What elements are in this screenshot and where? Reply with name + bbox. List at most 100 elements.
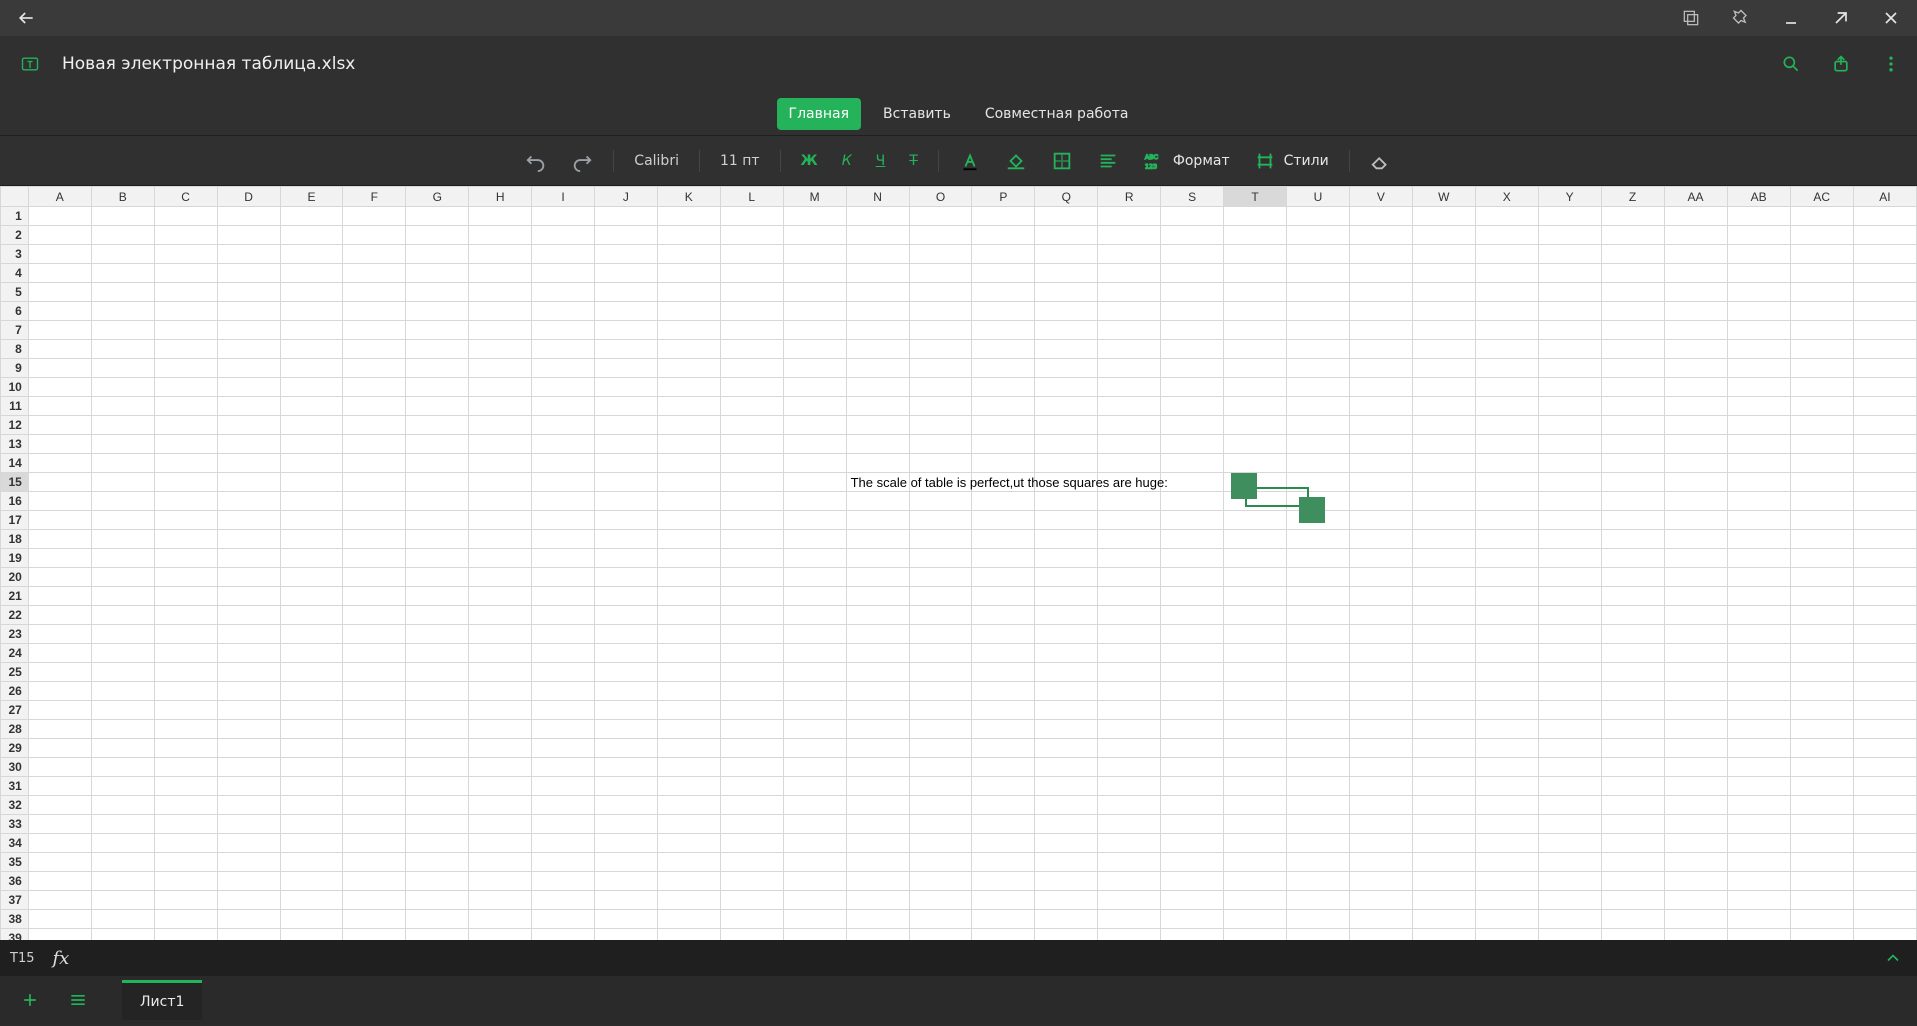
cell-h18[interactable]	[468, 529, 533, 549]
cell-e10[interactable]	[279, 377, 344, 397]
cell-ac3[interactable]	[1789, 244, 1854, 264]
cell-l5[interactable]	[719, 282, 784, 302]
cell-g23[interactable]	[405, 624, 470, 644]
column-header-i[interactable]: I	[531, 186, 595, 207]
cell-ai2[interactable]	[1852, 225, 1917, 245]
cell-p34[interactable]	[971, 833, 1036, 853]
column-header-m[interactable]: M	[782, 186, 847, 207]
cell-n39[interactable]	[845, 928, 910, 940]
cell-r32[interactable]	[1097, 795, 1162, 815]
cell-v13[interactable]	[1348, 434, 1413, 454]
cell-r25[interactable]	[1097, 662, 1162, 682]
cell-e34[interactable]	[279, 833, 344, 853]
cell-j39[interactable]	[593, 928, 658, 940]
cell-a9[interactable]	[27, 358, 92, 378]
cell-w39[interactable]	[1411, 928, 1476, 940]
cell-k29[interactable]	[656, 738, 721, 758]
cell-z6[interactable]	[1600, 301, 1665, 321]
strikethrough-button[interactable]: Т	[901, 145, 926, 177]
cell-ai32[interactable]	[1852, 795, 1917, 815]
cell-p3[interactable]	[971, 244, 1036, 264]
cell-ai3[interactable]	[1852, 244, 1917, 264]
row-header-5[interactable]: 5	[0, 282, 29, 302]
cell-f7[interactable]	[342, 320, 407, 340]
cell-g2[interactable]	[405, 225, 470, 245]
cell-u28[interactable]	[1286, 719, 1350, 739]
cell-k35[interactable]	[656, 852, 721, 872]
cell-f1[interactable]	[342, 206, 407, 226]
cell-w4[interactable]	[1411, 263, 1476, 283]
cell-o34[interactable]	[908, 833, 973, 853]
cell-g25[interactable]	[405, 662, 470, 682]
cell-x35[interactable]	[1474, 852, 1539, 872]
cell-f24[interactable]	[342, 643, 407, 663]
cell-b23[interactable]	[90, 624, 155, 644]
cell-j3[interactable]	[593, 244, 658, 264]
cell-i1[interactable]	[531, 206, 595, 226]
cell-x21[interactable]	[1474, 586, 1539, 606]
cell-a20[interactable]	[27, 567, 92, 587]
cell-aa6[interactable]	[1663, 301, 1728, 321]
cell-m2[interactable]	[782, 225, 847, 245]
cell-y15[interactable]	[1537, 472, 1602, 492]
cell-r19[interactable]	[1097, 548, 1162, 568]
cell-s26[interactable]	[1160, 681, 1225, 701]
cell-e21[interactable]	[279, 586, 344, 606]
cell-z34[interactable]	[1600, 833, 1665, 853]
cell-n37[interactable]	[845, 890, 910, 910]
cell-a26[interactable]	[27, 681, 92, 701]
cell-k13[interactable]	[656, 434, 721, 454]
cell-i9[interactable]	[531, 358, 595, 378]
cell-u8[interactable]	[1286, 339, 1350, 359]
cell-p22[interactable]	[971, 605, 1036, 625]
cell-p9[interactable]	[971, 358, 1036, 378]
cell-b1[interactable]	[90, 206, 155, 226]
cell-w38[interactable]	[1411, 909, 1476, 929]
cell-y23[interactable]	[1537, 624, 1602, 644]
cell-aa28[interactable]	[1663, 719, 1728, 739]
cell-h6[interactable]	[468, 301, 533, 321]
cell-ai21[interactable]	[1852, 586, 1917, 606]
cell-x28[interactable]	[1474, 719, 1539, 739]
cell-h27[interactable]	[468, 700, 533, 720]
cell-i21[interactable]	[531, 586, 595, 606]
cell-v16[interactable]	[1348, 491, 1413, 511]
cell-d34[interactable]	[216, 833, 281, 853]
cell-s10[interactable]	[1160, 377, 1225, 397]
cell-g9[interactable]	[405, 358, 470, 378]
cell-g39[interactable]	[405, 928, 470, 940]
cell-k4[interactable]	[656, 263, 721, 283]
cell-ac24[interactable]	[1789, 643, 1854, 663]
cell-ab17[interactable]	[1726, 510, 1791, 530]
cell-i29[interactable]	[531, 738, 595, 758]
cell-q33[interactable]	[1034, 814, 1099, 834]
cell-ac2[interactable]	[1789, 225, 1854, 245]
cell-s12[interactable]	[1160, 415, 1225, 435]
cell-o6[interactable]	[908, 301, 973, 321]
cell-h17[interactable]	[468, 510, 533, 530]
cell-m33[interactable]	[782, 814, 847, 834]
cell-r23[interactable]	[1097, 624, 1162, 644]
cell-n34[interactable]	[845, 833, 910, 853]
cell-k8[interactable]	[656, 339, 721, 359]
cell-y17[interactable]	[1537, 510, 1602, 530]
cell-s36[interactable]	[1160, 871, 1225, 891]
cell-u29[interactable]	[1286, 738, 1350, 758]
cell-b25[interactable]	[90, 662, 155, 682]
cell-k36[interactable]	[656, 871, 721, 891]
cell-w25[interactable]	[1411, 662, 1476, 682]
cell-y4[interactable]	[1537, 263, 1602, 283]
cell-d24[interactable]	[216, 643, 281, 663]
cell-q34[interactable]	[1034, 833, 1099, 853]
cell-m39[interactable]	[782, 928, 847, 940]
cell-ac1[interactable]	[1789, 206, 1854, 226]
cell-h7[interactable]	[468, 320, 533, 340]
cell-c4[interactable]	[153, 263, 218, 283]
cell-e28[interactable]	[279, 719, 344, 739]
cell-l27[interactable]	[719, 700, 784, 720]
cell-n11[interactable]	[845, 396, 910, 416]
cell-aa31[interactable]	[1663, 776, 1728, 796]
cell-f21[interactable]	[342, 586, 407, 606]
cell-ac27[interactable]	[1789, 700, 1854, 720]
cell-r5[interactable]	[1097, 282, 1162, 302]
